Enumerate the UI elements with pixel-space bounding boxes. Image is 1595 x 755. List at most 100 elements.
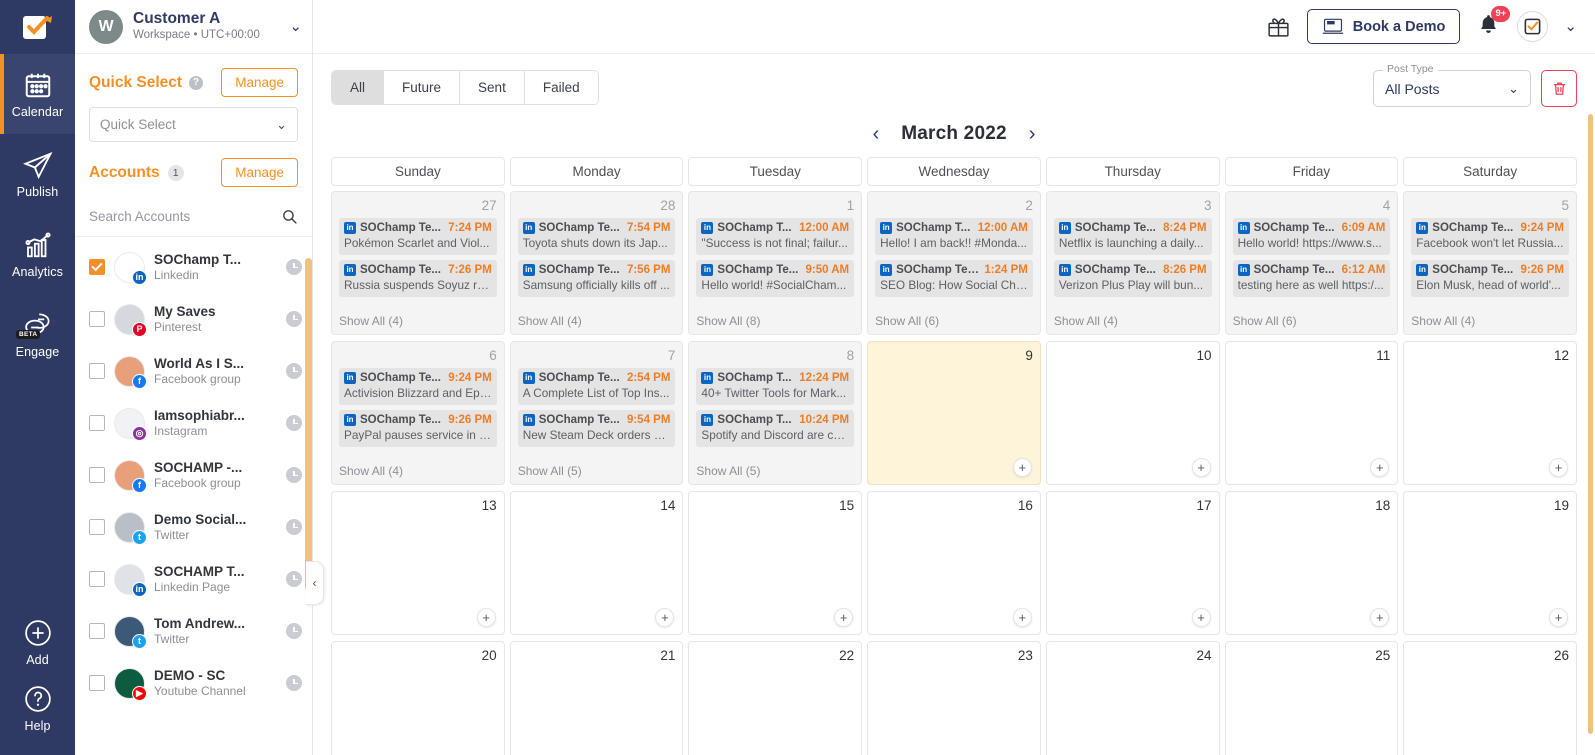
calendar-day-cell[interactable]: 12 + xyxy=(1403,341,1577,485)
post-event[interactable]: in SOChamp Tes... 1:24 PM SEO Blog: How Soc… xyxy=(875,259,1033,297)
calendar-day-cell[interactable]: 21+ xyxy=(509,641,684,755)
account-list-item[interactable]: P My Saves Pinterest xyxy=(75,293,312,345)
post-type-select[interactable]: Post Type All Posts ⌄ xyxy=(1373,63,1531,107)
search-icon[interactable] xyxy=(281,208,298,225)
quick-select-dropdown[interactable]: Quick Select ⌄ xyxy=(89,107,298,142)
post-event[interactable]: in SOChamp T... 10:24 PM Spotify and Discor… xyxy=(696,409,855,447)
post-event[interactable]: in SOChamp T... 12:00 AM "Success is not fi… xyxy=(696,217,855,255)
calendar-day-cell[interactable]: 8 in SOChamp T... 12:24 PM 40+ Twitter Tools… xyxy=(688,341,863,485)
search-input[interactable] xyxy=(89,209,281,224)
show-all-link[interactable]: Show All (8) xyxy=(696,314,854,334)
delete-button[interactable] xyxy=(1541,70,1577,107)
schedule-clock-icon[interactable] xyxy=(286,259,302,275)
sidebar-item-analytics[interactable]: Analytics xyxy=(0,214,75,294)
workspace-selector[interactable]: W Customer A Workspace • UTC+00:00 ⌄ xyxy=(75,0,312,54)
calendar-day-cell[interactable]: 16 + xyxy=(867,491,1041,635)
sidebar-item-publish[interactable]: Publish xyxy=(0,134,75,214)
calendar-day-cell[interactable]: 5 in SOChamp Te... 9:24 PM Facebook won't le… xyxy=(1403,191,1577,335)
account-checkbox[interactable] xyxy=(89,259,105,275)
schedule-clock-icon[interactable] xyxy=(286,519,302,535)
account-list-item[interactable]: in SOCHAMP T... Linkedin Page xyxy=(75,553,312,605)
calendar-day-cell[interactable]: 19 + xyxy=(1403,491,1577,635)
calendar-day-cell[interactable]: 14 + xyxy=(509,491,684,635)
calendar-day-cell[interactable]: 23+ xyxy=(867,641,1041,755)
schedule-clock-icon[interactable] xyxy=(286,467,302,483)
add-post-button[interactable]: + xyxy=(1370,608,1390,627)
add-post-button[interactable]: + xyxy=(1191,458,1211,477)
tab-failed[interactable]: Failed xyxy=(524,71,598,104)
calendar-day-cell[interactable]: 28 in SOChamp Te... 7:54 PM Toyota shuts dow… xyxy=(509,191,684,335)
account-checkbox[interactable] xyxy=(89,311,105,327)
post-event[interactable]: in SOChamp T... 12:24 PM 40+ Twitter Tools … xyxy=(696,367,855,405)
book-a-demo-button[interactable]: Book a Demo xyxy=(1306,9,1461,44)
post-event[interactable]: in SOChamp Te... 9:54 PM New Steam Deck ord… xyxy=(517,409,676,447)
app-logo[interactable] xyxy=(0,0,75,54)
calendar-day-cell[interactable]: 9 + xyxy=(867,341,1041,485)
calendar-day-cell[interactable]: 7 in SOChamp Te... 2:54 PM A Complete List o… xyxy=(509,341,684,485)
show-all-link[interactable]: Show All (4) xyxy=(518,314,676,334)
calendar-day-cell[interactable]: 11 + xyxy=(1224,341,1399,485)
tab-future[interactable]: Future xyxy=(384,71,461,104)
calendar-day-cell[interactable]: 6 in SOChamp Te... 9:24 PM Activision Blizza… xyxy=(331,341,505,485)
account-list-item[interactable]: t Tom Andrew... Twitter xyxy=(75,605,312,657)
post-event[interactable]: in SOChamp Te... 7:26 PM Russia suspends So… xyxy=(339,259,497,297)
calendar-day-cell[interactable]: 13 + xyxy=(331,491,505,635)
post-event[interactable]: in SOChamp Te... 7:56 PM Samsung officially… xyxy=(517,259,676,297)
sidebar-collapse-handle[interactable]: ‹ xyxy=(306,561,324,605)
post-event[interactable]: in SOChamp Te... 2:54 PM A Complete List of… xyxy=(517,367,676,405)
add-post-button[interactable]: + xyxy=(1012,458,1032,477)
calendar-day-cell[interactable]: 26+ xyxy=(1403,641,1577,755)
quick-select-manage-button[interactable]: Manage xyxy=(221,68,298,97)
calendar-day-cell[interactable]: 15 + xyxy=(688,491,863,635)
sidebar-item-engage[interactable]: BETA Engage xyxy=(0,294,75,374)
account-checkbox[interactable] xyxy=(89,467,105,483)
calendar-day-cell[interactable]: 2 in SOChamp T... 12:00 AM Hello! I am back!… xyxy=(867,191,1041,335)
add-post-button[interactable]: + xyxy=(1370,458,1390,477)
add-post-button[interactable]: + xyxy=(655,608,675,627)
chevron-down-icon[interactable]: ⌄ xyxy=(289,19,302,34)
account-list-item[interactable]: f SOCHAMP -... Facebook group xyxy=(75,449,312,501)
tab-sent[interactable]: Sent xyxy=(460,71,525,104)
post-event[interactable]: in SOChamp Te... 9:50 AM Hello world! #Soci… xyxy=(696,259,855,297)
schedule-clock-icon[interactable] xyxy=(286,415,302,431)
calendar-day-cell[interactable]: 17 + xyxy=(1045,491,1220,635)
post-event[interactable]: in SOChamp Te... 8:24 PM Netflix is launchi… xyxy=(1053,217,1212,255)
calendar-day-cell[interactable]: 1 in SOChamp T... 12:00 AM "Success is not f… xyxy=(688,191,863,335)
account-checkbox[interactable] xyxy=(89,675,105,691)
help-button[interactable]: Help xyxy=(0,675,75,741)
sidebar-item-calendar[interactable]: Calendar xyxy=(0,54,75,134)
user-avatar[interactable] xyxy=(1517,11,1549,42)
show-all-link[interactable]: Show All (6) xyxy=(1233,314,1391,334)
post-event[interactable]: in SOChamp Te... 9:26 PM PayPal pauses serv… xyxy=(339,409,497,447)
calendar-scrollbar[interactable] xyxy=(1588,114,1593,734)
show-all-link[interactable]: Show All (4) xyxy=(339,314,497,334)
account-list-item[interactable]: f World As I S... Facebook group xyxy=(75,345,312,397)
account-checkbox[interactable] xyxy=(89,519,105,535)
post-event[interactable]: in SOChamp Te... 8:26 PM Verizon Plus Play … xyxy=(1053,259,1212,297)
calendar-day-cell[interactable]: 10 + xyxy=(1045,341,1220,485)
post-event[interactable]: in SOChamp Te... 9:24 PM Activision Blizzar… xyxy=(339,367,497,405)
post-event[interactable]: in SOChamp Te... 9:26 PM Elon Musk, head of… xyxy=(1411,259,1569,297)
calendar-day-cell[interactable]: 4 in SOChamp Te... 6:09 AM Hello world! http… xyxy=(1224,191,1399,335)
account-list-item[interactable]: t Demo Social... Twitter xyxy=(75,501,312,553)
prev-month-button[interactable]: ‹ xyxy=(873,124,880,144)
tab-all[interactable]: All xyxy=(332,71,385,104)
add-post-button[interactable]: + xyxy=(1548,608,1568,627)
schedule-clock-icon[interactable] xyxy=(286,675,302,691)
account-list-item[interactable]: ◎ Iamsophiabr... Instagram xyxy=(75,397,312,449)
show-all-link[interactable]: Show All (5) xyxy=(696,464,854,484)
show-all-link[interactable]: Show All (4) xyxy=(339,464,497,484)
show-all-link[interactable]: Show All (6) xyxy=(875,314,1033,334)
post-event[interactable]: in SOChamp T... 12:00 AM Hello! I am back!!… xyxy=(875,217,1033,255)
schedule-clock-icon[interactable] xyxy=(286,623,302,639)
calendar-day-cell[interactable]: 27 in SOChamp Te... 7:24 PM Pokémon Scarlet … xyxy=(331,191,505,335)
post-event[interactable]: in SOChamp Te... 7:24 PM Pokémon Scarlet an… xyxy=(339,217,497,255)
user-menu-chevron-down-icon[interactable]: ⌄ xyxy=(1564,19,1577,34)
account-checkbox[interactable] xyxy=(89,415,105,431)
calendar-day-cell[interactable]: 22+ xyxy=(688,641,863,755)
schedule-clock-icon[interactable] xyxy=(286,571,302,587)
add-post-button[interactable]: + xyxy=(834,608,854,627)
post-event[interactable]: in SOChamp Te... 6:09 AM Hello world! https… xyxy=(1232,217,1391,255)
add-post-button[interactable]: + xyxy=(1191,608,1211,627)
question-mark-icon[interactable]: ? xyxy=(189,75,204,90)
